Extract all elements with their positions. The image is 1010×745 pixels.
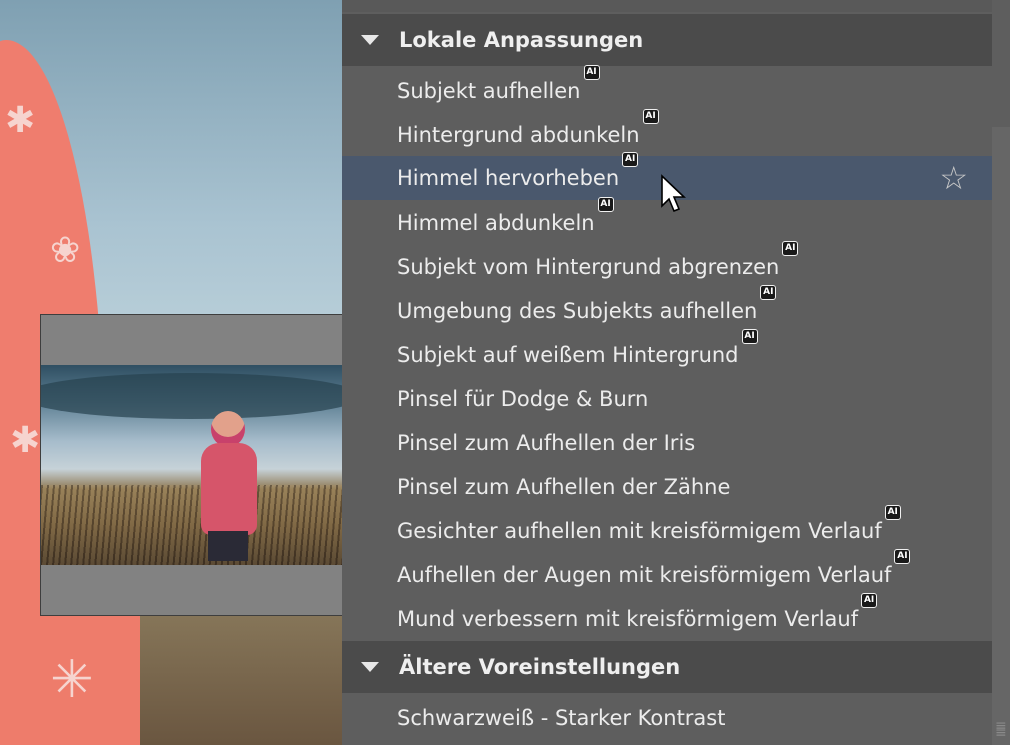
collapse-triangle-icon[interactable] bbox=[361, 662, 379, 672]
preset-preview-panel bbox=[40, 314, 342, 616]
ai-badge-icon: AI bbox=[760, 285, 777, 300]
preset-label: Gesichter aufhellen mit kreisförmigem Ve… bbox=[397, 519, 882, 543]
jacket-pattern-icon: ✱ bbox=[5, 100, 36, 141]
preset-label: Hintergrund abdunkeln bbox=[397, 123, 640, 147]
ai-badge-icon: AI bbox=[622, 152, 639, 167]
preset-item[interactable]: Pinsel für Dodge & Burn bbox=[342, 377, 992, 421]
jacket-pattern-icon: ✱ bbox=[10, 420, 41, 461]
preset-item[interactable]: Pinsel zum Aufhellen der Iris bbox=[342, 421, 992, 465]
section-title: Ältere Voreinstellungen bbox=[399, 655, 681, 679]
preset-item[interactable]: Subjekt auf weißem Hintergrund AI bbox=[342, 329, 992, 377]
ai-badge-icon: AI bbox=[741, 329, 758, 344]
preset-item[interactable]: Gesichter aufhellen mit kreisförmigem Ve… bbox=[342, 505, 992, 553]
preset-label: Pinsel zum Aufhellen der Zähne bbox=[397, 475, 731, 499]
mouse-cursor-icon bbox=[661, 174, 686, 213]
preset-label: Pinsel zum Aufhellen der Iris bbox=[397, 431, 696, 455]
preset-label: Pinsel für Dodge & Burn bbox=[397, 387, 649, 411]
preset-item[interactable]: Subjekt aufhellen AI bbox=[342, 65, 992, 113]
preset-item[interactable]: Umgebung des Subjekts aufhellen AI bbox=[342, 285, 992, 333]
preset-item[interactable]: Pinsel zum Aufhellen der Zähne bbox=[342, 465, 992, 509]
presets-panel: Lokale Anpassungen Subjekt aufhellen AI H… bbox=[342, 0, 1010, 745]
ai-badge-icon: AI bbox=[861, 593, 878, 608]
previous-item-strip bbox=[342, 0, 992, 12]
ai-badge-icon: AI bbox=[642, 109, 659, 124]
preset-label: Himmel abdunkeln bbox=[397, 211, 595, 235]
preset-item[interactable]: Hintergrund abdunkeln AI bbox=[342, 109, 992, 157]
preset-label: Subjekt aufhellen bbox=[397, 79, 581, 103]
section-header-lokale-anpassungen[interactable]: Lokale Anpassungen bbox=[342, 14, 992, 66]
resize-grip-icon[interactable]: ≡ ≡ bbox=[995, 719, 1009, 740]
preset-label: Mund verbessern mit kreisförmigem Verlau… bbox=[397, 607, 859, 631]
preset-preview-image bbox=[41, 365, 342, 565]
preset-label: Umgebung des Subjekts aufhellen bbox=[397, 299, 758, 323]
ai-badge-icon: AI bbox=[597, 197, 614, 212]
photo-canvas: ✱ ❀ ✱ ✳ bbox=[0, 0, 342, 745]
collapse-triangle-icon[interactable] bbox=[361, 35, 379, 45]
ai-badge-icon: AI bbox=[884, 505, 901, 520]
preset-item[interactable]: Subjekt vom Hintergrund abgrenzen AI bbox=[342, 241, 992, 289]
section-header-aeltere-voreinstellungen[interactable]: Ältere Voreinstellungen bbox=[342, 641, 992, 693]
jacket-pattern-icon: ❀ bbox=[50, 230, 81, 271]
jacket-pattern-icon: ✳ bbox=[50, 650, 94, 710]
preset-label: Aufhellen der Augen mit kreisförmigem Ve… bbox=[397, 563, 892, 587]
ai-badge-icon: AI bbox=[782, 241, 799, 256]
preset-item[interactable]: Aufhellen der Augen mit kreisförmigem Ve… bbox=[342, 549, 992, 597]
ai-badge-icon: AI bbox=[583, 65, 600, 80]
preset-label: Subjekt vom Hintergrund abgrenzen bbox=[397, 255, 780, 279]
preset-label: Subjekt auf weißem Hintergrund bbox=[397, 343, 739, 367]
ai-badge-icon: AI bbox=[894, 549, 911, 564]
preset-item[interactable]: Mund verbessern mit kreisförmigem Verlau… bbox=[342, 593, 992, 641]
star-outline-icon[interactable]: ☆ bbox=[939, 160, 968, 196]
preset-item[interactable]: Schwarzweiß - Starker Kontrast bbox=[342, 696, 992, 740]
preset-label: Himmel hervorheben bbox=[397, 166, 620, 190]
preset-label: Schwarzweiß - Starker Kontrast bbox=[397, 706, 726, 730]
scrollbar[interactable]: ≡ ≡ bbox=[992, 127, 1010, 745]
section-title: Lokale Anpassungen bbox=[399, 28, 644, 52]
